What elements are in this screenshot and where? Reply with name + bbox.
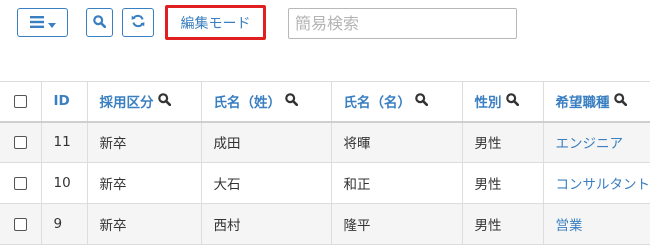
cell-job: エンジニア [542,121,650,163]
table-row[interactable]: 10 新卒 大石 和正 男性 コンサルタント [0,162,650,204]
table-row[interactable]: 11 新卒 成田 将暉 男性 エンジニア [0,121,650,163]
row-checkbox[interactable] [13,176,27,190]
data-table: ID 採用区分 氏名（姓） 氏名（名） 性別 希望職種 11 新卒 成田 将暉 … [0,81,650,245]
cell-gender: 男性 [461,121,544,163]
cell-category: 新卒 [86,162,202,204]
cell-id: 10 [40,162,88,204]
cell-last-name: 成田 [200,121,332,163]
cell-gender: 男性 [461,162,544,204]
search-icon[interactable] [285,92,299,110]
select-all-checkbox[interactable] [13,94,27,108]
cell-gender: 男性 [461,203,544,245]
column-header-job[interactable]: 希望職種 [542,81,650,123]
search-button[interactable] [86,8,113,37]
select-all-cell [0,81,42,123]
cell-category: 新卒 [86,203,202,245]
cell-category: 新卒 [86,121,202,163]
search-icon[interactable] [157,92,171,110]
table-header-row: ID 採用区分 氏名（姓） 氏名（名） 性別 希望職種 [0,81,650,123]
toolbar: 編集モード [0,0,650,80]
menu-button[interactable] [17,8,68,37]
column-header-id[interactable]: ID [40,81,88,123]
row-select-cell [0,121,42,163]
column-header-first-name[interactable]: 氏名（名） [330,81,463,123]
row-select-cell [0,162,42,204]
search-icon[interactable] [415,92,429,110]
search-icon[interactable] [613,92,627,110]
caret-down-icon [47,13,56,32]
search-icon [93,13,107,32]
column-header-gender[interactable]: 性別 [461,81,544,123]
column-header-last-name[interactable]: 氏名（姓） [200,81,332,123]
job-link[interactable]: エンジニア [556,136,624,152]
column-header-category[interactable]: 採用区分 [86,81,202,123]
cell-job: 営業 [542,203,650,245]
cell-last-name: 西村 [200,203,332,245]
table-row[interactable]: 9 新卒 西村 隆平 男性 営業 [0,203,650,245]
cell-first-name: 将暉 [330,121,463,163]
cell-id: 11 [40,121,88,163]
row-checkbox[interactable] [13,135,27,149]
cell-last-name: 大石 [200,162,332,204]
edit-mode-label: 編集モード [180,15,251,32]
row-checkbox[interactable] [13,217,27,231]
job-link[interactable]: 営業 [556,218,583,234]
job-link[interactable]: コンサルタント [556,177,650,193]
refresh-icon [131,13,145,32]
edit-mode-button[interactable]: 編集モード [165,5,266,40]
search-icon[interactable] [505,92,519,110]
cell-first-name: 隆平 [330,203,463,245]
cell-job: コンサルタント [542,162,650,204]
row-select-cell [0,203,42,245]
menu-icon [29,13,44,32]
cell-id: 9 [40,203,88,245]
quick-search-input[interactable] [288,8,517,39]
refresh-button[interactable] [122,8,154,37]
cell-first-name: 和正 [330,162,463,204]
